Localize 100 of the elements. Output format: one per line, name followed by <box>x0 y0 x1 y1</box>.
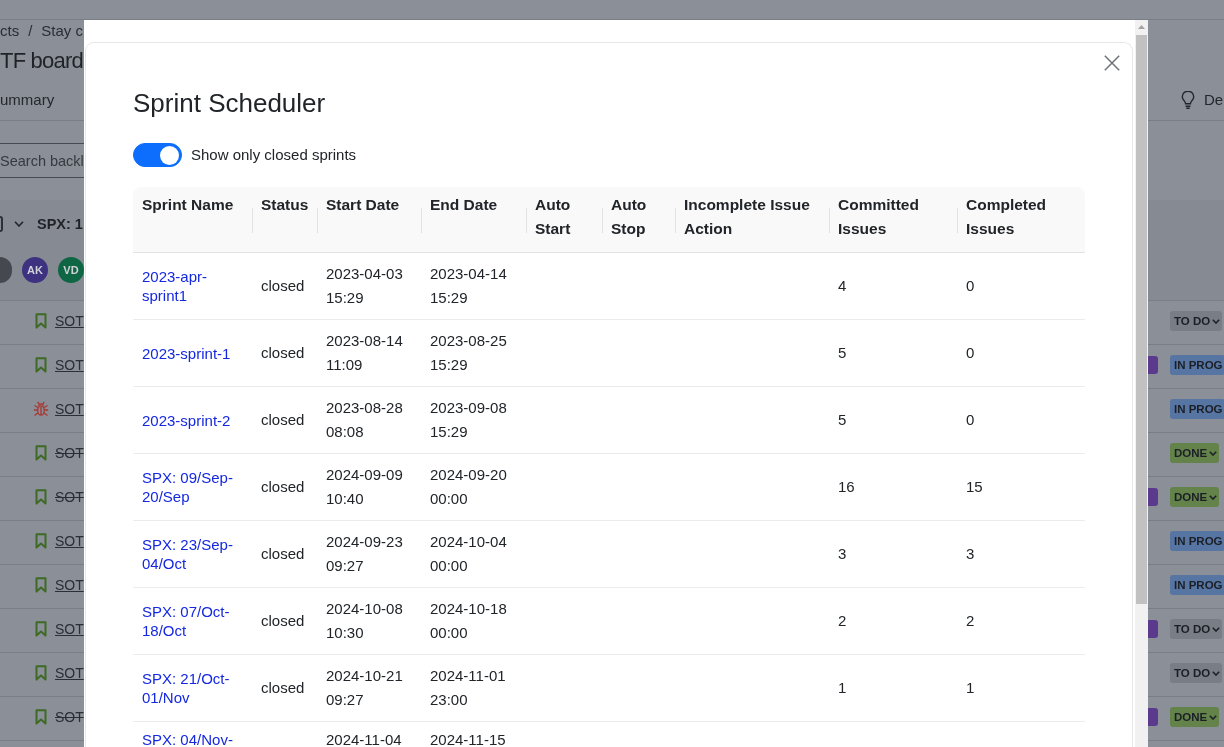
column-header: End Date <box>421 187 526 253</box>
nav-tab[interactable]: ummary <box>0 90 55 110</box>
completed-count-text: 15 <box>966 478 983 495</box>
dialog-title: Sprint Scheduler <box>133 88 327 118</box>
status-dropdown[interactable]: DONE <box>1170 487 1220 507</box>
status-text: closed <box>261 545 305 562</box>
nav-tab[interactable]: De <box>1181 90 1224 110</box>
chevron-down-icon <box>1209 450 1218 456</box>
issue-key-link[interactable]: SOT <box>55 664 84 682</box>
sprint-link[interactable]: 2023-sprint-1 <box>142 343 243 363</box>
issue-key-link[interactable]: SOT <box>55 444 84 462</box>
committed-count-text: 2 <box>838 612 847 629</box>
sprint-link[interactable]: SPX: 07/Oct-18/Oct <box>142 602 243 640</box>
search-field[interactable]: Search backl <box>0 143 84 178</box>
sprint-link[interactable]: SPX: 09/Sep-20/Sep <box>142 468 243 506</box>
avatar-photo <box>0 257 12 283</box>
committed-count-text: 3 <box>838 545 847 562</box>
bookmark-icon <box>35 357 47 373</box>
breadcrumb-link[interactable]: cts <box>0 21 20 41</box>
end-date-text: 2023-04-14 15:29 <box>430 265 507 306</box>
completed-count-text: 0 <box>966 277 975 294</box>
issue-key-link[interactable]: SOT <box>55 532 84 550</box>
status-dropdown[interactable]: DONE <box>1170 443 1220 463</box>
status-text: closed <box>261 344 305 361</box>
sprint-link[interactable]: SPX: 23/Sep-04/Oct <box>142 535 243 573</box>
issue-key-link[interactable]: SOT <box>55 400 84 418</box>
committed-count-text: 1 <box>838 679 847 696</box>
bookmark-icon <box>35 665 47 681</box>
column-header: Sprint Name <box>133 187 252 253</box>
completed-count-text: 0 <box>966 411 975 428</box>
arrow-up-icon[interactable] <box>1138 25 1145 29</box>
status-text: closed <box>261 612 305 629</box>
sprint-link[interactable]: 2023-sprint-2 <box>142 410 243 430</box>
status-text: closed <box>261 679 305 696</box>
column-header: Completed Issues <box>957 187 1085 253</box>
status-text: closed <box>261 478 305 495</box>
completed-count-text: 2 <box>966 612 975 629</box>
checkbox[interactable] <box>0 216 3 232</box>
column-header: Start Date <box>317 187 421 253</box>
status-dropdown[interactable]: IN PROG <box>1170 575 1224 595</box>
start-date-text: 2024-10-08 10:30 <box>326 600 403 641</box>
issue-key-link[interactable]: SOT <box>55 576 84 594</box>
committed-count-text: 5 <box>838 344 847 361</box>
end-date-text: 2024-11-01 23:00 <box>430 667 506 708</box>
end-date-text: 2024-10-18 00:00 <box>430 600 507 641</box>
avatar: AK <box>22 257 48 283</box>
end-date-text: 2023-09-08 15:29 <box>430 399 507 440</box>
scrollbar[interactable] <box>1135 20 1148 747</box>
column-header: Auto Start <box>526 187 602 253</box>
status-dropdown[interactable]: IN PROG <box>1170 531 1224 551</box>
column-header: Incomplete Issue Action <box>675 187 829 253</box>
committed-count-text: 16 <box>838 478 855 495</box>
status-dropdown[interactable]: TO DO <box>1170 663 1223 683</box>
start-date-text: 2024-09-09 10:40 <box>326 466 403 507</box>
committed-count-text: 4 <box>838 277 847 294</box>
start-date-text: 2023-04-03 15:29 <box>326 265 403 306</box>
breadcrumb-link[interactable]: Stay c <box>41 21 84 41</box>
close-button[interactable] <box>1104 55 1120 71</box>
status-text: closed <box>261 411 305 428</box>
status-dropdown[interactable]: DONE <box>1170 707 1220 727</box>
issue-key-link[interactable]: SOT <box>55 708 84 726</box>
breadcrumb-separator: / <box>28 21 33 41</box>
avatar: VD <box>58 257 84 283</box>
start-date-text: 2023-08-28 08:08 <box>326 399 403 440</box>
bookmark-icon <box>35 533 47 549</box>
bookmark-icon <box>35 709 47 725</box>
toggle-switch[interactable] <box>133 143 182 167</box>
end-date-text: 2024-11-15 <box>430 731 506 747</box>
column-header: Auto Stop <box>602 187 675 253</box>
toggle-label: Show only closed sprints <box>191 145 357 165</box>
chevron-down-icon[interactable] <box>14 221 24 227</box>
scrollbar-thumb[interactable] <box>1136 35 1147 604</box>
end-date-text: 2024-10-04 00:00 <box>430 533 507 574</box>
chevron-down-icon <box>1209 714 1218 720</box>
status-text: closed <box>261 277 305 294</box>
sprint-link[interactable]: SPX: 21/Oct-01/Nov <box>142 669 243 707</box>
bookmark-icon <box>35 621 47 637</box>
board-title: TF board <box>0 47 83 75</box>
status-dropdown[interactable]: TO DO <box>1170 311 1223 331</box>
end-date-text: 2023-08-25 15:29 <box>430 332 507 373</box>
end-date-text: 2024-09-20 00:00 <box>430 466 507 507</box>
close-icon <box>1104 55 1120 71</box>
bug-icon <box>33 401 49 417</box>
status-dropdown[interactable]: IN PROG <box>1170 355 1224 375</box>
column-header: Committed Issues <box>829 187 957 253</box>
status-dropdown[interactable]: TO DO <box>1170 619 1223 639</box>
status-dropdown[interactable]: IN PROG <box>1170 399 1224 419</box>
issue-key-link[interactable]: SOT <box>55 312 84 330</box>
column-header: Status <box>252 187 317 253</box>
issue-key-link[interactable]: SOT <box>55 620 84 638</box>
chevron-down-icon <box>1212 626 1221 632</box>
start-date-text: 2024-09-23 09:27 <box>326 533 403 574</box>
chevron-down-icon <box>1212 670 1221 676</box>
start-date-text: 2024-11-04 <box>326 731 402 747</box>
start-date-text: 2024-10-21 09:27 <box>326 667 403 708</box>
sprint-link[interactable]: 2023-apr-sprint1 <box>142 267 243 305</box>
committed-count-text: 5 <box>838 411 847 428</box>
issue-key-link[interactable]: SOT <box>55 488 84 506</box>
issue-key-link[interactable]: SOT <box>55 356 84 374</box>
sprint-link[interactable]: SPX: 04/Nov- <box>142 730 243 747</box>
